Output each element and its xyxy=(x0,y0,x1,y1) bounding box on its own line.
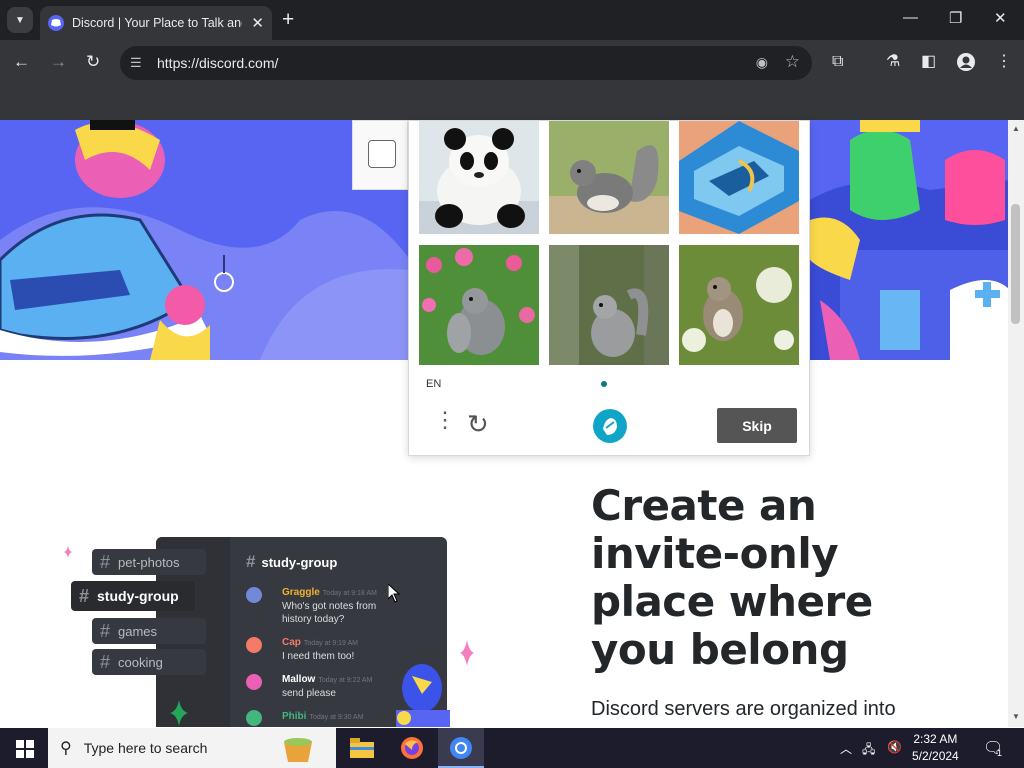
captcha-checkbox-widget xyxy=(352,120,408,190)
hash-icon: # xyxy=(100,620,111,641)
channel-cooking: # cooking xyxy=(92,649,206,675)
windows-taskbar: ⚲ Type here to search ︿ 🖧 🔇 2:32 AM 5/2/… xyxy=(0,728,1024,768)
hash-icon: # xyxy=(100,651,111,672)
scrollbar-thumb[interactable] xyxy=(1011,204,1020,324)
chrome-taskbar-button[interactable] xyxy=(438,728,484,768)
chrome-icon xyxy=(450,737,472,759)
hero-headline: Create an invite-only place where you be… xyxy=(591,481,873,674)
side-panel-icon[interactable]: ◧ xyxy=(921,52,936,72)
taskbar-search-placeholder: Type here to search xyxy=(83,740,208,756)
volume-muted-icon[interactable]: 🔇 xyxy=(887,740,902,754)
channel-study-group: # study-group xyxy=(71,581,195,611)
url-text[interactable]: https://discord.com/ xyxy=(157,55,278,71)
sparkle-icon xyxy=(64,546,72,558)
captcha-challenge: EN ⋮ ↻ Skip xyxy=(408,120,810,456)
windows-start-icon[interactable] xyxy=(16,740,34,761)
page-scrollbar[interactable]: ▲ ▼ xyxy=(1008,120,1024,727)
extensions-icon[interactable]: ⧉ xyxy=(832,52,843,72)
discord-favicon-icon xyxy=(48,15,64,31)
captcha-language[interactable]: EN xyxy=(426,378,441,390)
restore-icon[interactable]: ❐ xyxy=(949,9,962,27)
taskbar-search[interactable]: ⚲ Type here to search xyxy=(48,728,336,768)
captcha-tile[interactable] xyxy=(419,245,539,365)
eye-off-icon[interactable]: ◉ xyxy=(756,54,768,71)
avatar xyxy=(246,710,262,726)
hcaptcha-logo-icon xyxy=(593,409,627,443)
network-icon[interactable]: 🖧 xyxy=(862,740,875,761)
browser-toolbar: ← → ↻ ☰ https://discord.com/ ◉ ☆ ⧉ ⚗ ◧ ⋮ xyxy=(0,40,1024,86)
tray-chevron-up-icon[interactable]: ︿ xyxy=(840,740,852,757)
captcha-menu-icon[interactable]: ⋮ xyxy=(434,409,456,431)
tab-discord[interactable]: Discord | Your Place to Talk and ✕ xyxy=(40,6,272,40)
profile-avatar-icon[interactable] xyxy=(956,52,976,78)
chat-message: Graggle Today at 9:18 AM Who's got notes f… xyxy=(282,587,377,625)
avatar xyxy=(246,637,262,653)
address-bar[interactable]: ☰ https://discord.com/ ◉ ☆ xyxy=(120,46,812,80)
tab-search-button[interactable]: ▼ xyxy=(7,7,33,33)
chat-message: Cap Today at 9:19 AM I need them too! xyxy=(282,637,358,662)
bookmarks-bar xyxy=(0,86,1024,120)
captcha-tile[interactable] xyxy=(679,245,799,365)
clock-time: 2:32 AM xyxy=(913,732,958,746)
hash-icon: # xyxy=(79,585,90,606)
captcha-tile[interactable] xyxy=(549,245,669,365)
file-explorer-icon[interactable] xyxy=(350,738,374,761)
chat-message: Mallow Today at 9:22 AM send please xyxy=(282,674,373,699)
close-icon[interactable]: ✕ xyxy=(994,9,1007,27)
hero-body-text: Discord servers are organized into xyxy=(591,698,896,720)
scroll-up-icon[interactable]: ▲ xyxy=(1012,124,1020,133)
labs-flask-icon[interactable]: ⚗ xyxy=(886,52,900,72)
mascot-illustration xyxy=(396,664,450,727)
search-highlight-icon xyxy=(284,738,312,762)
avatar xyxy=(246,674,262,690)
chat-header: # study-group xyxy=(246,552,338,571)
site-info-icon[interactable]: ☰ xyxy=(130,55,142,71)
notification-count: 1 xyxy=(997,748,1003,758)
bookmark-star-icon[interactable]: ☆ xyxy=(785,52,800,72)
sparkle-icon xyxy=(170,700,188,726)
captcha-page-indicator xyxy=(601,381,607,387)
clock-date: 5/2/2024 xyxy=(912,749,959,763)
mouse-cursor-icon xyxy=(388,584,400,603)
tab-title: Discord | Your Place to Talk and xyxy=(72,16,242,30)
back-icon[interactable]: ← xyxy=(13,52,30,72)
new-tab-button[interactable]: + xyxy=(282,8,294,32)
captcha-tile[interactable] xyxy=(419,121,539,241)
chat-message: Phibi Today at 9:30 AM xyxy=(282,711,364,722)
reload-icon[interactable]: ↻ xyxy=(86,52,100,72)
captcha-tile[interactable] xyxy=(549,121,669,241)
tab-strip: ▼ Discord | Your Place to Talk and ✕ + —… xyxy=(0,0,1024,40)
forward-icon[interactable]: → xyxy=(50,52,67,72)
search-icon: ⚲ xyxy=(60,740,72,757)
captcha-refresh-icon[interactable]: ↻ xyxy=(467,409,489,440)
menu-dots-icon[interactable]: ⋮ xyxy=(996,52,1012,72)
taskbar-clock[interactable]: 2:32 AM 5/2/2024 xyxy=(912,731,959,765)
minimize-icon[interactable]: — xyxy=(903,9,918,26)
tab-close-icon[interactable]: ✕ xyxy=(251,14,264,32)
captcha-skip-button[interactable]: Skip xyxy=(717,408,797,443)
channel-pet-photos: # pet-photos xyxy=(92,549,206,575)
hash-icon: # xyxy=(100,551,111,572)
scroll-down-icon[interactable]: ▼ xyxy=(1012,712,1020,721)
sparkle-icon xyxy=(460,640,474,666)
captcha-checkbox[interactable] xyxy=(368,140,396,168)
captcha-tile[interactable] xyxy=(679,121,799,241)
channel-games: # games xyxy=(92,618,206,644)
chevron-down-icon: ▼ xyxy=(15,14,25,26)
avatar xyxy=(246,587,262,603)
firefox-icon[interactable] xyxy=(400,736,424,763)
